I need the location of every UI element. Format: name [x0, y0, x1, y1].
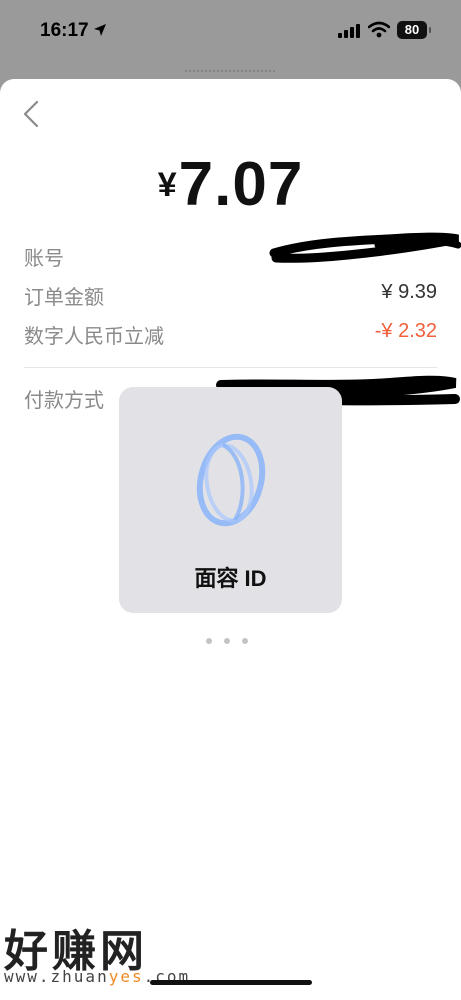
loading-dot	[224, 638, 230, 644]
order-amount-label: 订单金额	[24, 287, 104, 309]
amount-value: 7.07	[178, 150, 304, 219]
battery-icon: 80	[397, 21, 427, 39]
home-indicator[interactable]	[150, 980, 312, 985]
payment-sheet: ¥7.07 账号 订单金额 ¥ 9.39 数字人民币立减 -¥ 2.32 付款方…	[0, 79, 461, 1000]
battery-level: 80	[404, 22, 420, 37]
face-id-overlay: 面容 ID	[119, 387, 342, 613]
status-bar: 16:17 80	[0, 0, 461, 64]
redaction-scribble	[269, 232, 461, 263]
face-id-label: 面容 ID	[194, 566, 267, 591]
discount-value: -¥ 2.32	[374, 320, 437, 342]
payment-amount: ¥7.07	[0, 149, 461, 220]
loading-dot	[242, 638, 248, 644]
wifi-icon	[368, 21, 390, 38]
watermark-url-prefix: www.zhuan	[4, 967, 109, 986]
cellular-signal-icon	[338, 24, 360, 38]
battery-nub	[429, 27, 431, 33]
divider	[24, 367, 437, 368]
account-label: 账号	[24, 248, 64, 270]
watermark-url-accent: yes	[108, 967, 144, 986]
order-amount-value: ¥ 9.39	[381, 281, 437, 303]
discount-row: 数字人民币立减 -¥ 2.32	[24, 320, 437, 350]
back-chevron-icon[interactable]	[20, 99, 44, 129]
payment-method-label: 付款方式	[24, 390, 104, 412]
loading-dot	[206, 638, 212, 644]
face-id-icon	[196, 433, 266, 527]
currency-symbol: ¥	[157, 166, 177, 204]
order-amount-row: 订单金额 ¥ 9.39	[24, 281, 437, 311]
discount-label: 数字人民币立减	[24, 326, 164, 348]
location-arrow-icon	[94, 24, 106, 36]
loading-dots	[206, 631, 260, 649]
status-time: 16:17	[40, 20, 89, 41]
